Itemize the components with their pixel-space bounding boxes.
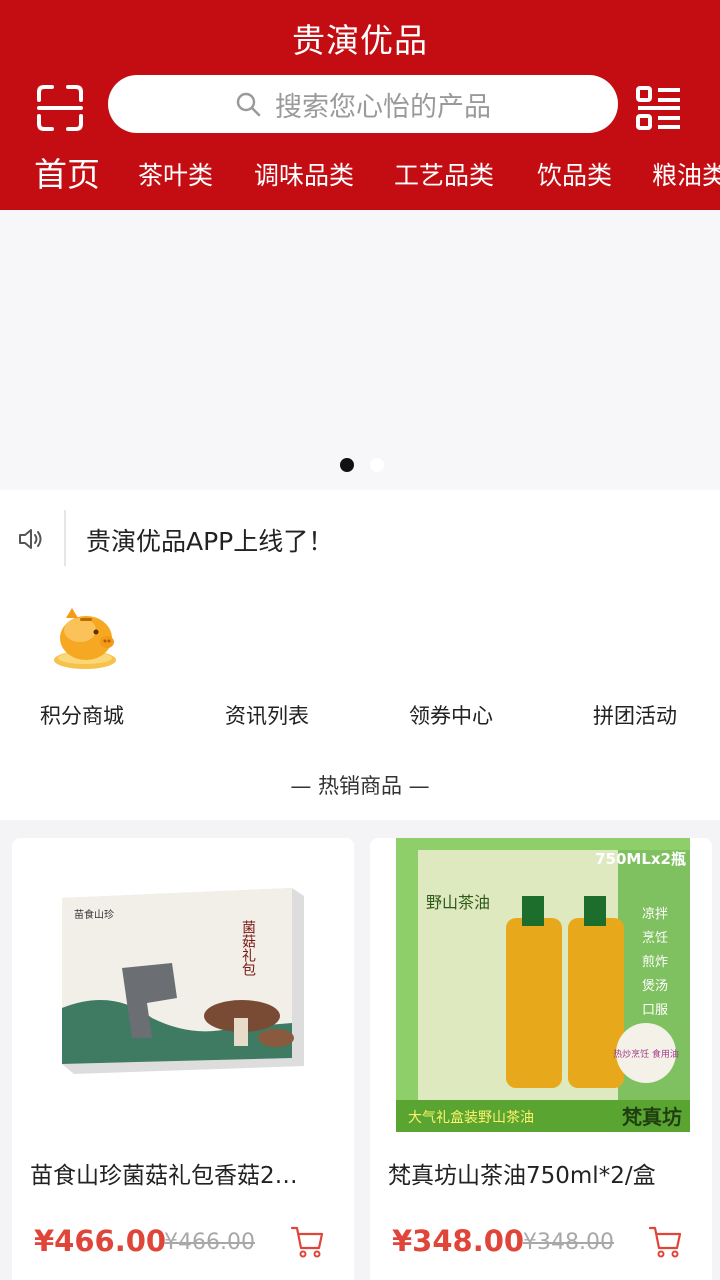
tab-tea[interactable]: 茶叶类 — [138, 156, 213, 192]
product-image[interactable]: 苗食山珍 菌菇礼包 — [52, 878, 316, 1088]
category-tabs: 首页 茶叶类 调味品类 工艺品类 饮品类 粮油类 — [0, 148, 720, 198]
image-label-volume: 750MLx2瓶 — [595, 850, 686, 868]
app-root: 贵演优品 搜索您心怡的产品 首页 茶叶类 调味品类 工艺品类 饮品类 粮油类 贵… — [0, 0, 720, 1280]
nav-points-mall[interactable]: 积分商城 — [0, 700, 172, 730]
app-title: 贵演优品 — [292, 21, 428, 60]
banner-carousel[interactable] — [0, 210, 720, 490]
add-to-cart-icon[interactable] — [290, 1224, 326, 1260]
image-label-badge: 热炒烹饪 食用油 — [613, 1048, 679, 1060]
image-label-brand: 梵真坊 — [622, 1105, 682, 1129]
product-original-price: ¥466.00 — [164, 1230, 255, 1255]
nav-news-list[interactable]: 资讯列表 — [177, 700, 357, 730]
tab-home[interactable]: 首页 — [34, 148, 100, 196]
search-placeholder: 搜索您心怡的产品 — [275, 91, 491, 123]
image-label-4: 煲汤 — [642, 978, 668, 994]
tab-grain-oil[interactable]: 粮油类 — [652, 156, 720, 192]
speaker-icon — [19, 529, 42, 549]
notice-divider — [64, 510, 66, 566]
product-name[interactable]: 梵真坊山茶油750ml*2/盒 — [388, 1156, 698, 1190]
image-label-5: 口服 — [642, 1003, 668, 1018]
nav-group-buy[interactable]: 拼团活动 — [545, 700, 720, 730]
search-icon — [236, 92, 261, 117]
product-card[interactable]: 苗食山珍 菌菇礼包 苗食山珍菌菇礼包香菇2… ¥466.00 ¥466.00 — [12, 838, 354, 1280]
image-label-2: 烹饪 — [642, 931, 668, 946]
product-image-caption: 菌菇礼包 — [240, 920, 256, 976]
menu-icon[interactable] — [636, 86, 682, 130]
add-to-cart-icon[interactable] — [648, 1224, 684, 1260]
product-name[interactable]: 苗食山珍菌菇礼包香菇2… — [30, 1156, 340, 1190]
image-label-3: 煎炸 — [642, 954, 668, 970]
carousel-dot-active[interactable] — [340, 458, 354, 472]
product-image-brand: 苗食山珍 — [74, 908, 114, 921]
product-original-price: ¥348.00 — [523, 1230, 614, 1255]
search-input[interactable]: 搜索您心怡的产品 — [108, 75, 618, 133]
header: 贵演优品 搜索您心怡的产品 首页 茶叶类 调味品类 工艺品类 饮品类 粮油类 — [0, 0, 720, 210]
tab-crafts[interactable]: 工艺品类 — [394, 156, 494, 192]
image-label-oil: 野山茶油 — [426, 893, 490, 912]
scan-icon[interactable] — [36, 84, 84, 132]
carousel-dot[interactable] — [370, 458, 384, 472]
product-image[interactable]: 750MLx2瓶 野山茶油 凉拌 烹饪 煎炸 煲汤 口服 热炒烹饪 食用油 大气… — [396, 838, 690, 1132]
tab-drinks[interactable]: 饮品类 — [537, 156, 612, 192]
section-title-hot-products: — 热销商品 — — [290, 774, 430, 798]
product-price: ¥348.00 — [392, 1224, 525, 1258]
notice-text[interactable]: 贵演优品APP上线了！ — [86, 522, 333, 558]
image-label-1: 凉拌 — [642, 907, 668, 922]
product-card[interactable]: 750MLx2瓶 野山茶油 凉拌 烹饪 煎炸 煲汤 口服 热炒烹饪 食用油 大气… — [370, 838, 712, 1280]
product-price: ¥466.00 — [34, 1224, 167, 1258]
image-label-giftbox: 大气礼盒装野山茶油 — [408, 1109, 534, 1126]
tab-seasoning[interactable]: 调味品类 — [254, 156, 354, 192]
piggy-bank-icon[interactable] — [50, 604, 120, 674]
nav-coupon-center[interactable]: 领券中心 — [361, 700, 541, 730]
